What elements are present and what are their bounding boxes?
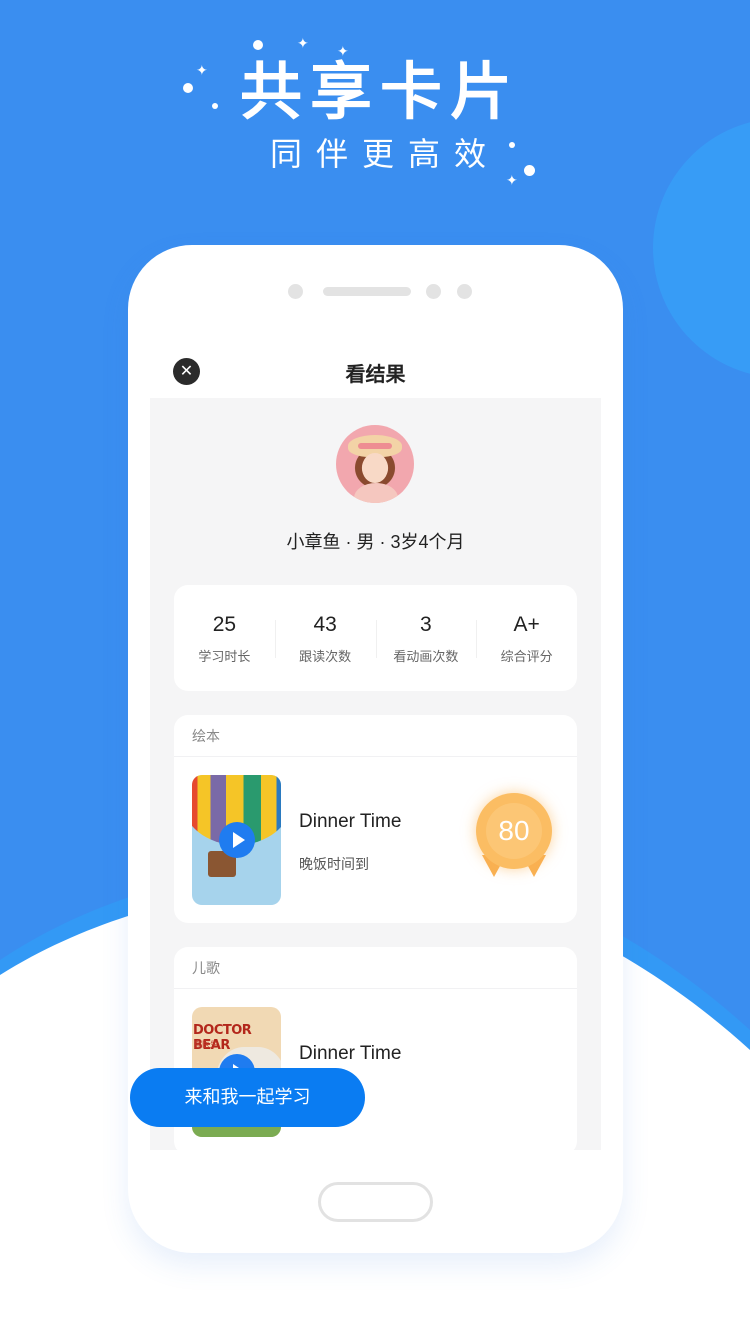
app-screen: ✕ 看结果 小章鱼 · 男 · 3岁4个月 25 学习时长 43 跟读次数 3 … (150, 345, 601, 1150)
section-title: 绘本 (174, 715, 577, 757)
item-title: Dinner Time (299, 1043, 402, 1064)
phone-speaker (323, 287, 411, 296)
sparkle-dot (253, 40, 263, 50)
section-picture-books: 绘本 Dinner Time 晚饭时间到 80 (174, 715, 577, 923)
stat-label: 综合评分 (500, 648, 553, 664)
item-title: Dinner Time (299, 811, 402, 832)
stat-value: A+ (513, 612, 540, 636)
stat-animation-count: 3 看动画次数 (375, 612, 477, 665)
headline-subtitle: 同伴更高效 (269, 136, 500, 172)
stats-card: 25 学习时长 43 跟读次数 3 看动画次数 A+ 综合评分 (174, 585, 577, 691)
stat-value: 3 (420, 612, 432, 636)
score-value: 80 (486, 803, 542, 859)
book-cover[interactable] (192, 775, 281, 905)
phone-sensor (288, 284, 303, 299)
stat-read-along-count: 43 跟读次数 (274, 612, 376, 665)
phone-camera (426, 284, 441, 299)
list-item[interactable]: Dinner Time 晚饭时间到 80 (174, 757, 577, 923)
study-together-button[interactable]: 来和我一起学习 (130, 1068, 365, 1127)
profile-info: 小章鱼 · 男 · 3岁4个月 (286, 532, 465, 552)
stat-value: 43 (313, 612, 337, 636)
page-title: 看结果 (345, 364, 406, 386)
stat-label: 看动画次数 (393, 648, 459, 664)
avatar-hat-band (358, 443, 392, 449)
phone-home-button (318, 1182, 433, 1222)
score-badge: 80 (472, 793, 556, 883)
avatar[interactable] (336, 425, 414, 503)
section-title: 儿歌 (174, 947, 577, 989)
stat-label: 跟读次数 (299, 648, 352, 664)
avatar-body (354, 483, 398, 503)
stat-value: 25 (212, 612, 237, 636)
sparkle-star-icon: ✦ (297, 35, 309, 51)
stat-overall-rating: A+ 综合评分 (476, 612, 577, 665)
headline-title: 共享卡片 (239, 58, 520, 127)
play-icon[interactable] (219, 822, 255, 858)
item-subtitle: 晚饭时间到 (299, 856, 369, 872)
phone-sensor (457, 284, 472, 299)
stat-study-time: 25 学习时长 (174, 612, 275, 665)
phone-top-bezel (128, 282, 623, 302)
promo-headline: 共享卡片 同伴更高效 (0, 55, 750, 177)
avatar-face (362, 453, 388, 483)
nav-bar: ✕ 看结果 (150, 345, 601, 398)
cover-subtitle: 熊医生 (194, 1040, 218, 1049)
stat-label: 学习时长 (198, 648, 251, 664)
